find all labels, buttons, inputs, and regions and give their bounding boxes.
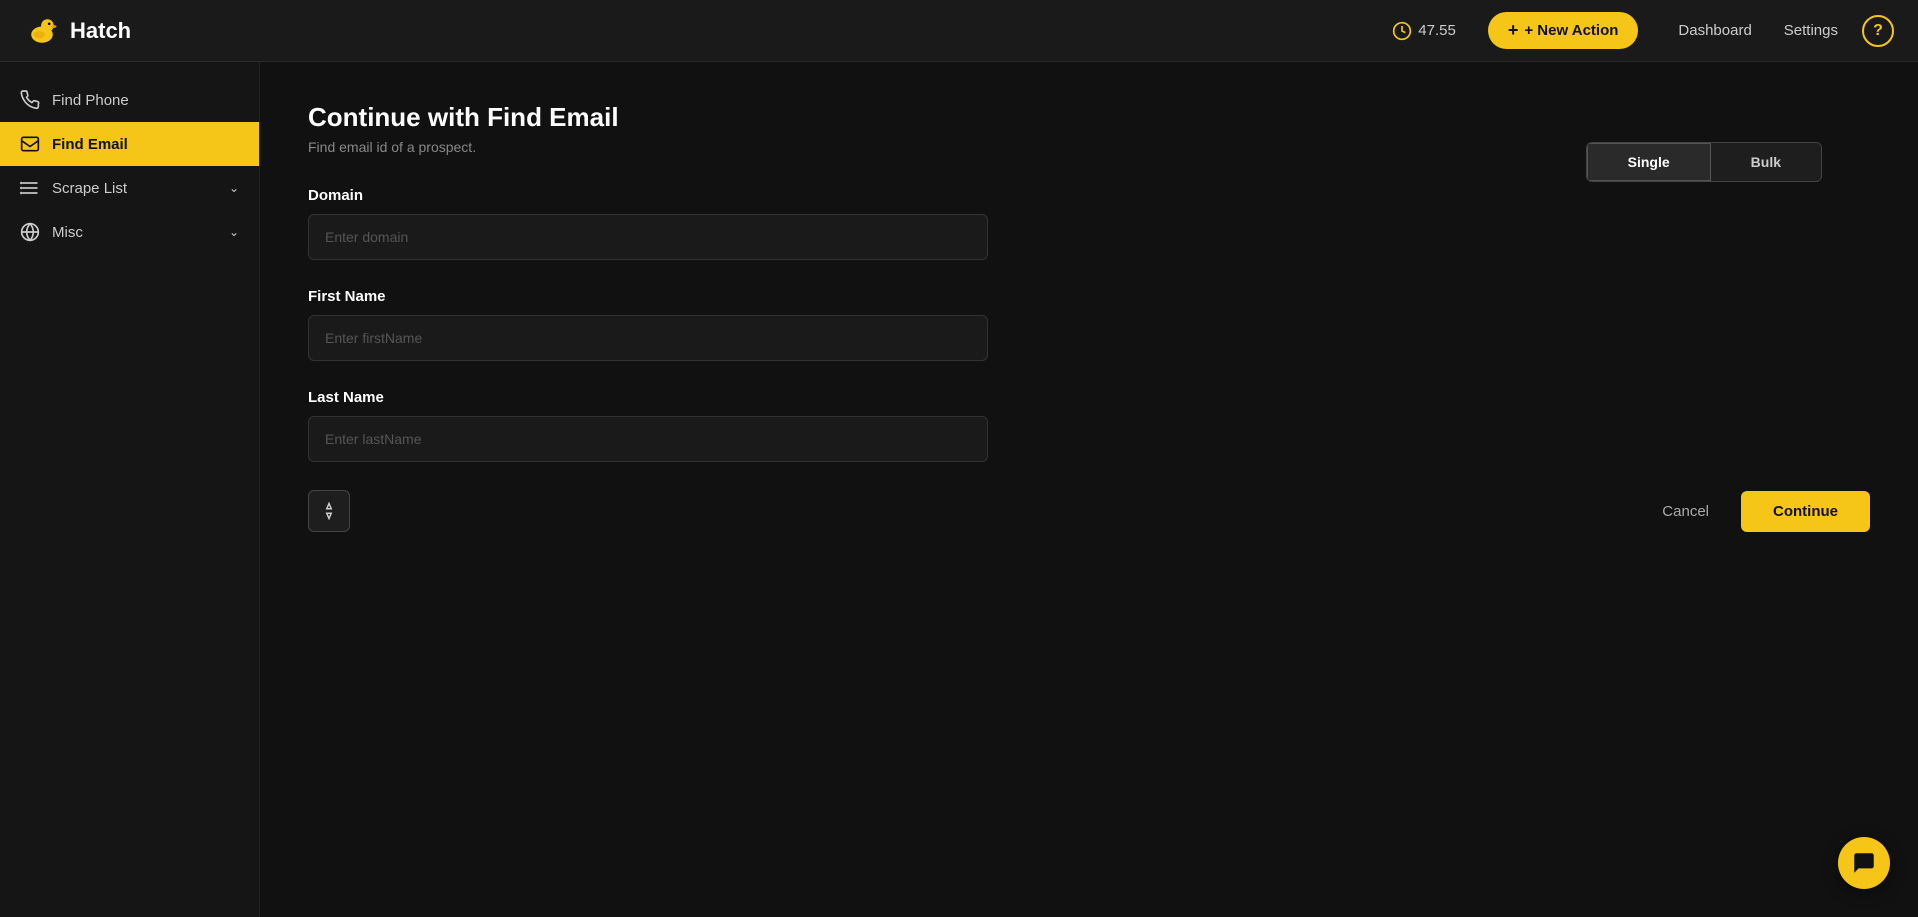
actions-right: Cancel Continue — [1646, 491, 1870, 532]
sidebar: Find Phone Find Email Scrape List ⌄ — [0, 62, 260, 917]
domain-field-group: Domain — [308, 187, 1870, 260]
layout: Find Phone Find Email Scrape List ⌄ — [0, 62, 1918, 917]
main-content: Single Bulk Continue with Find Email Fin… — [260, 62, 1918, 917]
sidebar-item-misc[interactable]: Misc ⌄ — [0, 210, 259, 254]
form-actions: Cancel Continue — [308, 490, 1870, 532]
logo: Hatch — [24, 13, 131, 49]
sort-button[interactable] — [308, 490, 350, 532]
page-title: Continue with Find Email — [308, 102, 1870, 133]
sidebar-item-scrape-list[interactable]: Scrape List ⌄ — [0, 166, 259, 210]
app-header: Hatch 47.55 + + New Action Dashboard Set… — [0, 0, 1918, 62]
sort-icon — [320, 502, 338, 520]
header-nav: Dashboard Settings — [1678, 22, 1838, 39]
domain-input[interactable] — [308, 214, 988, 260]
sidebar-item-find-phone-label: Find Phone — [52, 92, 129, 109]
list-icon — [20, 178, 40, 198]
domain-label: Domain — [308, 187, 1870, 204]
globe-icon — [20, 222, 40, 242]
new-action-label: + New Action — [1524, 22, 1618, 39]
dashboard-link[interactable]: Dashboard — [1678, 22, 1751, 39]
last-name-input[interactable] — [308, 416, 988, 462]
phone-icon — [20, 90, 40, 110]
sidebar-item-find-email-label: Find Email — [52, 136, 128, 153]
new-action-button[interactable]: + + New Action — [1488, 12, 1639, 49]
credits-display: 47.55 — [1392, 21, 1456, 41]
app-title: Hatch — [70, 18, 131, 44]
credits-value: 47.55 — [1418, 22, 1456, 39]
single-mode-button[interactable]: Single — [1587, 143, 1711, 181]
bulk-mode-button[interactable]: Bulk — [1711, 143, 1821, 181]
first-name-input[interactable] — [308, 315, 988, 361]
logo-icon — [24, 13, 60, 49]
sidebar-item-find-email[interactable]: Find Email — [0, 122, 259, 166]
email-icon — [20, 134, 40, 154]
settings-link[interactable]: Settings — [1784, 22, 1838, 39]
new-action-icon: + — [1508, 20, 1519, 41]
misc-chevron-icon: ⌄ — [229, 225, 239, 239]
chat-icon — [1851, 850, 1877, 876]
last-name-field-group: Last Name — [308, 389, 1870, 462]
scrape-list-chevron-icon: ⌄ — [229, 181, 239, 195]
help-button[interactable]: ? — [1862, 15, 1894, 47]
sidebar-item-scrape-list-label: Scrape List — [52, 180, 127, 197]
find-email-form: Domain First Name Last Name — [308, 187, 1870, 532]
first-name-field-group: First Name — [308, 288, 1870, 361]
sidebar-item-find-phone[interactable]: Find Phone — [0, 78, 259, 122]
mode-toggle: Single Bulk — [1586, 142, 1822, 182]
chat-button[interactable] — [1838, 837, 1890, 889]
last-name-label: Last Name — [308, 389, 1870, 406]
sidebar-item-misc-label: Misc — [52, 224, 83, 241]
content-area: Single Bulk Continue with Find Email Fin… — [308, 102, 1870, 532]
first-name-label: First Name — [308, 288, 1870, 305]
cancel-button[interactable]: Cancel — [1646, 493, 1725, 530]
continue-button[interactable]: Continue — [1741, 491, 1870, 532]
credits-icon — [1392, 21, 1412, 41]
